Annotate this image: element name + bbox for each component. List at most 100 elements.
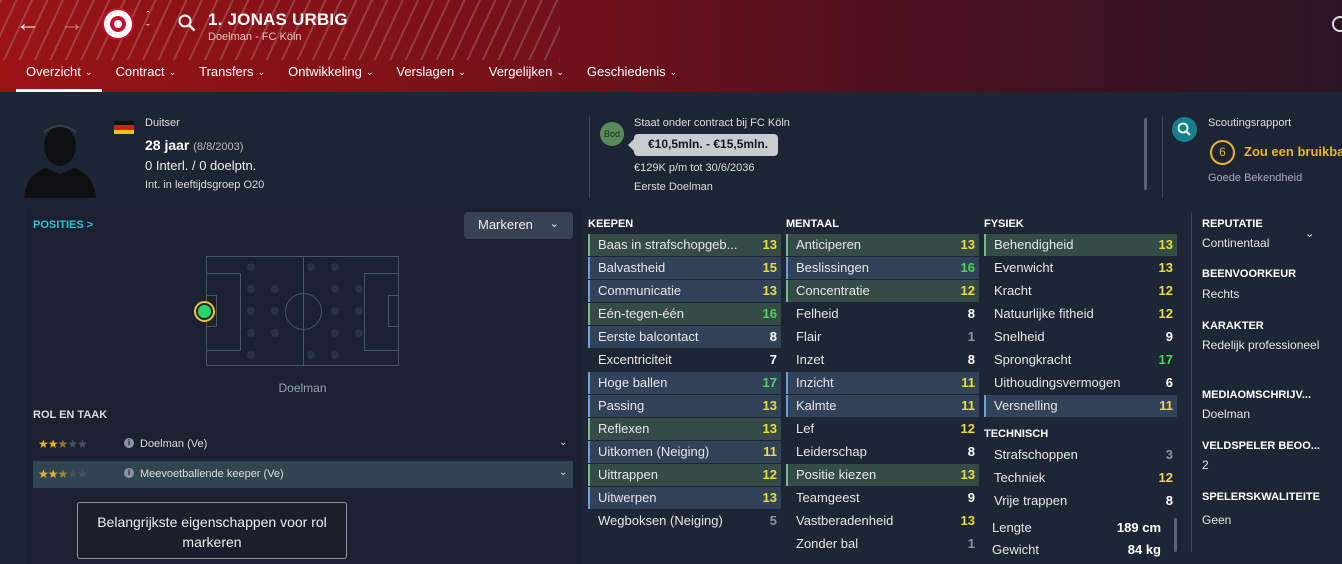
attribute-row[interactable]: Passing 13 [588, 395, 781, 417]
attribute-row[interactable]: Reflexen 13 [588, 418, 781, 440]
attribute-row[interactable]: Strafschoppen 3 [984, 444, 1177, 466]
attribute-row[interactable]: Uithoudingsvermogen 6 [984, 372, 1177, 394]
attribute-row[interactable]: Inzicht 11 [786, 372, 979, 394]
keepen-title: KEEPEN [588, 218, 634, 230]
info-icon[interactable]: i [124, 468, 134, 478]
attribute-row[interactable]: Kalmte 11 [786, 395, 979, 417]
chevron-down-icon: ⌄ [556, 67, 564, 77]
positions-link[interactable]: POSITIES > [33, 219, 93, 231]
attribute-row[interactable]: Anticiperen 13 [786, 234, 979, 256]
chevron-down-icon: ⌄ [168, 67, 177, 77]
role-row-selected[interactable]: ★★★★★ i Meevoetballende keeper (Ve) ⌄ [33, 461, 573, 488]
goal-area-right [388, 295, 398, 327]
attribute-row[interactable]: Wegboksen (Neiging) 5 [588, 510, 781, 532]
attribute-row[interactable]: Balvastheid 15 [588, 257, 781, 279]
attribute-row[interactable]: Flair 1 [786, 326, 979, 348]
role-name: Meevoetballende keeper (Ve) [140, 468, 284, 480]
technisch-title: TECHNISCH [984, 428, 1049, 440]
international-caps: 0 Interl. / 0 doelptn. [145, 158, 257, 173]
attribute-row[interactable]: Baas in strafschopgeb... 13 [588, 234, 781, 256]
position-dot [307, 351, 315, 359]
attribute-row[interactable]: Positie kiezen 13 [786, 464, 979, 486]
attribute-row[interactable]: Vrije trappen 8 [984, 490, 1177, 512]
attribute-row[interactable]: Natuurlijke fitheid 12 [984, 303, 1177, 325]
attribute-row[interactable]: Uitkomen (Neiging) 11 [588, 441, 781, 463]
tab-geschiedenis[interactable]: Geschiedenis ⌄ [577, 58, 687, 92]
chevron-down-icon[interactable]: ⌄ [559, 437, 567, 448]
back-arrow-icon[interactable]: ← [16, 12, 40, 36]
position-dot [355, 307, 363, 315]
attribute-row[interactable]: Eén-tegen-één 16 [588, 303, 781, 325]
attribute-row[interactable]: Uitwerpen 13 [588, 487, 781, 509]
nationality[interactable]: Duitser [145, 117, 180, 129]
role-row[interactable]: ★★★★★ i Doelman (Ve) ⌄ [33, 431, 573, 458]
personality-value: Redelijk professioneel [1202, 338, 1320, 352]
gear-icon[interactable] [1332, 16, 1342, 32]
mentaal-title: MENTAAL [786, 218, 839, 230]
attribute-row[interactable]: Eerste balcontact 8 [588, 326, 781, 348]
attribute-row[interactable]: Hoge ballen 17 [588, 372, 781, 394]
position-dot [247, 263, 255, 271]
chevron-down-icon[interactable]: ⌄ [559, 467, 567, 478]
contract-status: Staat onder contract bij FC Köln [634, 117, 790, 129]
attribute-row[interactable]: Versnelling 11 [984, 395, 1177, 417]
position-dot [271, 307, 279, 315]
attribute-row[interactable]: Inzet 8 [786, 349, 979, 371]
bid-icon[interactable]: Bod [600, 122, 624, 146]
attribute-row[interactable]: Teamgeest 9 [786, 487, 979, 509]
youth-caps: Int. in leeftijdsgroep O20 [145, 179, 265, 191]
attribute-row[interactable]: Sprongkracht 17 [984, 349, 1177, 371]
chevron-down-icon: ⌄ [84, 67, 93, 77]
position-dot [247, 351, 255, 359]
player-traits-value: Geen [1202, 513, 1232, 527]
goalkeeper-position-marker[interactable] [194, 301, 215, 322]
tab-ontwikkeling[interactable]: Ontwikkeling ⌄ [278, 58, 383, 92]
attribute-row[interactable]: Zonder bal 1 [786, 533, 979, 555]
scrollbar[interactable] [1174, 518, 1177, 552]
scouting-summary[interactable]: Zou een bruikbare [1244, 144, 1342, 159]
attribute-row[interactable]: Beslissingen 16 [786, 257, 979, 279]
divider [1191, 212, 1192, 552]
divider [1162, 116, 1163, 198]
transfer-value-badge[interactable]: €10,5mln. - €15,5mln. [627, 134, 779, 156]
tab-contract[interactable]: Contract ⌄ [105, 58, 186, 92]
attribute-row[interactable]: Snelheid 9 [984, 326, 1177, 348]
attribute-row[interactable]: Vastberadenheid 13 [786, 510, 979, 532]
position-dot [307, 263, 315, 271]
outfield-rating-value: 2 [1202, 458, 1209, 472]
club-logo-icon[interactable] [102, 8, 134, 40]
attribute-row[interactable]: Behendigheid 13 [984, 234, 1177, 256]
attribute-row[interactable]: Techniek 12 [984, 467, 1177, 489]
tab-transfers[interactable]: Transfers ⌄ [189, 58, 275, 92]
attribute-row[interactable]: Excentriciteit 7 [588, 349, 781, 371]
forward-arrow-icon[interactable]: → [60, 12, 84, 36]
tab-verslagen[interactable]: Verslagen ⌄ [386, 58, 475, 92]
position-dot [247, 285, 255, 293]
mark-attributes-dropdown[interactable]: Markeren ⌄ [464, 212, 573, 239]
position-dot [271, 329, 279, 337]
attribute-row[interactable]: Kracht 12 [984, 280, 1177, 302]
prev-next-chevron-icon[interactable]: ˆˇ [142, 10, 154, 38]
reputation-value: Continentaal [1202, 236, 1270, 250]
attribute-row[interactable]: Leiderschap 8 [786, 441, 979, 463]
fysiek-title: FYSIEK [984, 218, 1024, 230]
tab-vergelijken[interactable]: Vergelijken ⌄ [479, 58, 574, 92]
tab-bar: Overzicht ⌄ Contract ⌄ Transfers ⌄ Ontwikke… [16, 58, 690, 92]
outfield-rating-label: VELDSPELER BEOO... [1202, 440, 1320, 452]
attribute-row[interactable]: Concentratie 12 [786, 280, 979, 302]
info-icon[interactable]: i [124, 438, 134, 448]
search-icon[interactable] [178, 14, 196, 32]
media-description-value: Doelman [1202, 407, 1251, 421]
attribute-row[interactable]: Uittrappen 12 [588, 464, 781, 486]
scouting-search-icon[interactable] [1172, 117, 1197, 142]
chevron-down-icon: ⌄ [365, 67, 374, 77]
role-rating-stars: ★★★★★ [38, 437, 88, 451]
player-subtitle[interactable]: Doelman - FC Köln [208, 31, 302, 43]
attribute-row[interactable]: Communicatie 13 [588, 280, 781, 302]
tab-overzicht[interactable]: Overzicht ⌄ [16, 58, 103, 92]
attribute-row[interactable]: Felheid 8 [786, 303, 979, 325]
center-circle [285, 293, 322, 330]
scrollbar[interactable] [1144, 118, 1147, 190]
attribute-row[interactable]: Evenwicht 13 [984, 257, 1177, 279]
attribute-row[interactable]: Lef 12 [786, 418, 979, 440]
